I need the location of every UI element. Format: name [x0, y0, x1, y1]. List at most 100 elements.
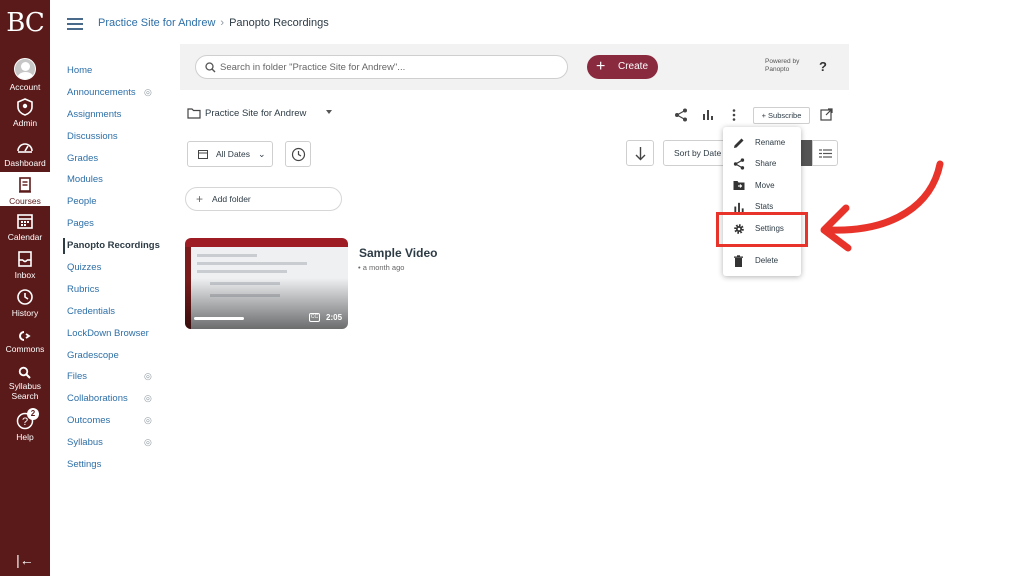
- menu-item-move[interactable]: Move: [723, 176, 801, 196]
- courses-book-icon: [19, 177, 31, 193]
- global-nav-admin[interactable]: Admin: [0, 98, 50, 128]
- collapse-arrow-icon: |←: [16, 552, 34, 568]
- global-nav-label: History: [11, 308, 39, 318]
- thumbnail-row: [197, 270, 287, 273]
- global-nav-label: Calendar: [7, 232, 43, 242]
- date-filter-label: All Dates: [216, 149, 251, 159]
- folder-dropdown-caret-icon[interactable]: [326, 110, 332, 114]
- add-folder-button[interactable]: + Add folder: [185, 187, 342, 211]
- global-nav-courses[interactable]: Courses: [0, 172, 50, 206]
- school-logo[interactable]: BC: [0, 8, 50, 38]
- global-nav-label: Syllabus: [8, 381, 42, 391]
- global-nav-dashboard[interactable]: Dashboard: [0, 138, 50, 168]
- course-nav-home[interactable]: Home: [67, 60, 167, 82]
- open-external-icon[interactable]: [820, 108, 833, 121]
- global-nav: BC Account Admin Dashboard Courses Calen…: [0, 0, 50, 576]
- account-avatar-icon: [14, 58, 36, 80]
- global-nav-inbox[interactable]: Inbox: [0, 250, 50, 280]
- help-badge: 2: [27, 408, 39, 420]
- pencil-icon: [734, 138, 744, 148]
- global-nav-label: Courses: [9, 196, 41, 206]
- folder-selector[interactable]: Practice Site for Andrew: [187, 107, 306, 119]
- course-nav-collaborations[interactable]: Collaborations ◎: [67, 388, 167, 410]
- plus-icon: +: [596, 58, 606, 75]
- sort-dropdown[interactable]: Sort by Date: [663, 140, 729, 166]
- course-nav-outcomes[interactable]: Outcomes ◎: [67, 410, 167, 432]
- course-nav-people[interactable]: People: [67, 191, 167, 213]
- global-nav-label-line2: Search: [11, 391, 39, 401]
- more-options-icon[interactable]: [731, 108, 737, 122]
- hamburger-menu-icon[interactable]: [67, 18, 83, 30]
- panopto-help-button[interactable]: ?: [819, 59, 827, 74]
- inbox-icon: [18, 251, 32, 267]
- menu-item-rename[interactable]: Rename: [723, 133, 801, 153]
- trash-icon: [734, 255, 743, 267]
- global-nav-label: Help: [16, 432, 34, 442]
- global-nav-help[interactable]: ? 2 Help: [0, 408, 50, 442]
- hidden-eye-icon: ◎: [144, 86, 152, 97]
- course-nav-assignments[interactable]: Assignments: [67, 104, 167, 126]
- folder-name: Practice Site for Andrew: [205, 108, 307, 119]
- course-nav-rubrics[interactable]: Rubrics: [67, 279, 167, 301]
- arrow-down-icon: [635, 147, 646, 161]
- course-nav-modules[interactable]: Modules: [67, 169, 167, 191]
- recent-filter-button[interactable]: [285, 141, 311, 167]
- hidden-eye-icon: ◎: [144, 393, 152, 404]
- global-nav-syllabus-search[interactable]: Syllabus Search: [0, 366, 50, 401]
- progress-bar: [194, 317, 244, 320]
- video-title[interactable]: Sample Video: [359, 246, 437, 260]
- course-nav-pages[interactable]: Pages: [67, 213, 167, 235]
- menu-item-delete[interactable]: Delete: [723, 251, 801, 271]
- global-nav-calendar[interactable]: Calendar: [0, 212, 50, 242]
- search-box[interactable]: [195, 55, 568, 79]
- thumbnail-shade: [185, 278, 348, 329]
- collapse-nav-button[interactable]: |←: [0, 552, 50, 568]
- course-nav-syllabus[interactable]: Syllabus ◎: [67, 432, 167, 454]
- dashboard-gauge-icon: [17, 143, 33, 153]
- stats-bar-icon[interactable]: [702, 108, 714, 121]
- course-nav-announcements[interactable]: Announcements ◎: [67, 82, 167, 104]
- powered-by-brand: Panopto: [765, 66, 790, 73]
- date-filter-dropdown[interactable]: All Dates ⌄: [187, 141, 273, 167]
- course-nav-discussions[interactable]: Discussions: [67, 126, 167, 148]
- menu-item-label: Delete: [755, 256, 779, 265]
- global-nav-label: Account: [9, 82, 41, 92]
- course-nav-files[interactable]: Files ◎: [67, 366, 167, 388]
- course-nav-panopto-recordings[interactable]: Panopto Recordings: [63, 235, 167, 257]
- menu-item-share[interactable]: Share: [723, 154, 801, 174]
- calendar-icon: [17, 214, 33, 229]
- subscribe-button[interactable]: + Subscribe: [753, 107, 810, 124]
- course-nav-quizzes[interactable]: Quizzes: [67, 257, 167, 279]
- folder-move-icon: [733, 181, 745, 190]
- global-nav-history[interactable]: History: [0, 288, 50, 318]
- sort-direction-button[interactable]: [626, 140, 654, 166]
- video-thumbnail[interactable]: CC 2:05: [185, 238, 348, 329]
- hidden-eye-icon: ◎: [144, 371, 152, 382]
- breadcrumb-course-link[interactable]: Practice Site for Andrew: [98, 17, 215, 29]
- plus-icon: +: [196, 192, 204, 206]
- course-nav: Home Announcements ◎ Assignments Discussi…: [63, 60, 167, 476]
- course-nav-grades[interactable]: Grades: [67, 148, 167, 170]
- search-icon: [205, 62, 216, 73]
- powered-by-panopto[interactable]: Powered by Panopto: [765, 58, 805, 74]
- folder-icon: [187, 108, 201, 119]
- create-label: Create: [618, 61, 649, 72]
- search-input[interactable]: [220, 59, 550, 75]
- global-nav-account[interactable]: Account: [0, 58, 50, 92]
- folder-options-menu: Rename Share Move Stats Settings Delete: [723, 127, 801, 276]
- course-nav-gradescope[interactable]: Gradescope: [67, 345, 167, 367]
- breadcrumb: Practice Site for Andrew › Panopto Recordi…: [98, 17, 329, 29]
- menu-item-label: Move: [755, 181, 775, 190]
- global-nav-commons[interactable]: Commons: [0, 330, 50, 354]
- course-nav-lockdown-browser[interactable]: LockDown Browser: [67, 323, 167, 345]
- breadcrumb-separator: ›: [220, 17, 225, 29]
- captions-icon: CC: [309, 313, 320, 322]
- calendar-icon: [198, 150, 208, 159]
- svg-text:?: ?: [22, 416, 28, 428]
- share-icon[interactable]: [674, 108, 688, 122]
- syllabus-search-icon: [18, 366, 31, 379]
- course-nav-settings[interactable]: Settings: [67, 454, 167, 476]
- global-nav-label: Dashboard: [4, 158, 46, 168]
- course-nav-credentials[interactable]: Credentials: [67, 301, 167, 323]
- create-button[interactable]: + Create: [587, 55, 658, 79]
